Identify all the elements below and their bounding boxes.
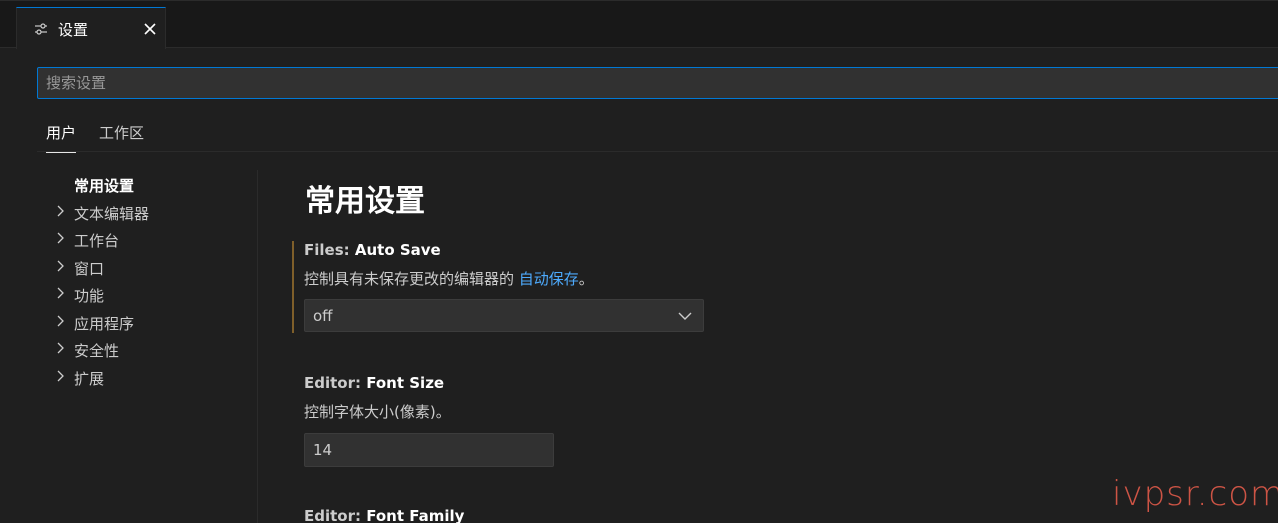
toc-item-label: 文本编辑器 [74,205,150,223]
settings-editor: 设置 用户 工作区 常用设置 文本编辑器 工作台 窗口 [0,0,1278,523]
toc-item-label: 工作台 [74,232,120,250]
toc-item-label: 扩展 [74,370,105,388]
setting-editor-font-family: Editor: Font Family [292,507,1092,523]
settings-sliders-icon [35,23,47,35]
settings-tab[interactable]: 设置 [16,7,166,49]
chevron-right-icon [57,315,64,327]
setting-category: Editor: [304,374,367,392]
setting-key: Font Size [366,374,445,392]
setting-files-auto-save: Files: Auto Save 控制具有未保存更改的编辑器的 自动保存。 of… [292,241,1092,333]
auto-save-link[interactable]: 自动保存 [519,270,579,288]
settings-toc: 常用设置 文本编辑器 工作台 窗口 功能 应用程序 安全性 扩展 [50,170,257,523]
setting-description: 控制字体大小(像素)。 [304,403,451,421]
search-settings-input[interactable] [37,67,1278,99]
setting-key: Font Family [366,507,465,523]
chevron-down-icon [678,312,692,320]
chevron-right-icon [57,370,64,382]
toc-item-label: 安全性 [74,342,120,360]
dropdown-value: off [313,307,333,325]
setting-key: Auto Save [354,241,441,259]
chevron-right-icon [57,232,64,244]
watermark: ivpsr.com [1112,474,1278,514]
settings-scope-tabs: 用户 工作区 [37,116,1278,153]
description-suffix: 。 [578,270,594,288]
toc-item-label: 功能 [74,287,105,305]
tab-label: 设置 [58,21,89,39]
font-size-input[interactable] [304,433,554,467]
toc-item-label: 常用设置 [74,177,135,195]
description-text: 控制具有未保存更改的编辑器的 [304,270,519,288]
section-title: 常用设置 [305,184,425,219]
tab-workspace[interactable]: 工作区 [99,122,144,152]
toc-divider [257,170,258,523]
setting-category: Files: [304,241,355,259]
setting-title: Editor: Font Family [304,507,464,523]
setting-editor-font-size: Editor: Font Size 控制字体大小(像素)。 [292,374,1092,474]
toc-item-label: 应用程序 [74,315,135,333]
close-icon[interactable] [141,20,159,38]
tab-user[interactable]: 用户 [46,122,77,153]
toc-item-label: 窗口 [74,260,105,278]
chevron-right-icon [57,205,64,217]
setting-category: Editor: [304,507,367,523]
setting-title: Files: Auto Save [304,241,441,259]
chevron-right-icon [57,342,64,354]
chevron-right-icon [57,260,64,272]
auto-save-dropdown[interactable]: off [304,299,704,332]
setting-description: 控制具有未保存更改的编辑器的 自动保存。 [304,268,594,289]
editor-tab-bar: 设置 [0,0,1278,49]
chevron-right-icon [57,287,64,299]
setting-title: Editor: Font Size [304,374,444,392]
